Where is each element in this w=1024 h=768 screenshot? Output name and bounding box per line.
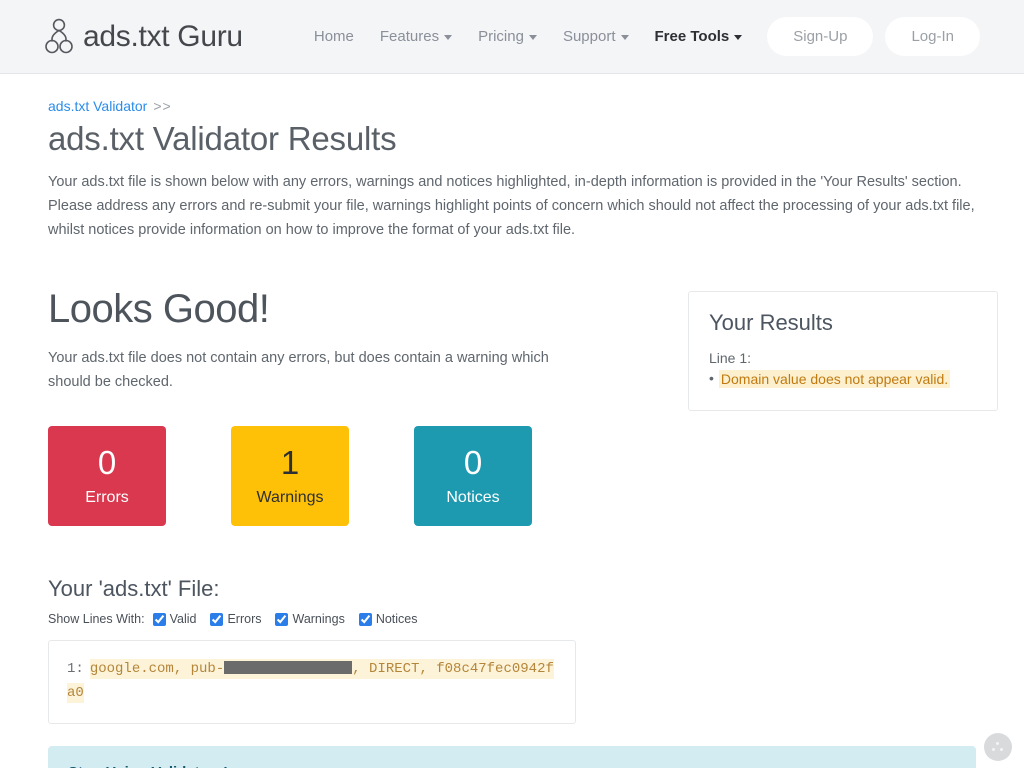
- stat-box-notices[interactable]: 0 Notices: [414, 426, 532, 526]
- nav-item-support[interactable]: Support: [550, 20, 642, 53]
- nav-item-free-tools[interactable]: Free Tools: [642, 20, 756, 53]
- filter-errors[interactable]: Errors: [210, 612, 261, 626]
- page-content: ads.txt Validator >> ads.txt Validator R…: [0, 74, 1024, 526]
- filter-warnings[interactable]: Warnings: [275, 612, 345, 626]
- stat-box-warnings[interactable]: 1 Warnings: [231, 426, 349, 526]
- result-line-label: Line 1:: [709, 350, 752, 366]
- results-section: Looks Good! Your ads.txt file does not c…: [48, 287, 998, 526]
- sign-up-button[interactable]: Sign-Up: [767, 17, 874, 56]
- filter-warnings-checkbox[interactable]: [275, 612, 289, 626]
- code-segment-warning: google.com, pub-, DIRECT, f08c47fec0942f…: [67, 659, 554, 703]
- ads-txt-file-section: Your 'ads.txt' File: Show Lines With: Va…: [0, 576, 1024, 724]
- nav-label: Free Tools: [654, 28, 730, 45]
- verdict-headline: Looks Good!: [48, 287, 270, 331]
- your-results-title: Your Results: [709, 310, 833, 335]
- log-in-button[interactable]: Log-In: [885, 17, 980, 56]
- brand-logo-link[interactable]: ads.txt Guru: [44, 18, 243, 56]
- stat-count-notices: 0: [463, 443, 483, 481]
- accessibility-widget-button[interactable]: [984, 733, 1012, 761]
- filter-valid-checkbox[interactable]: [152, 612, 166, 626]
- breadcrumb: ads.txt Validator >>: [48, 98, 976, 114]
- filter-errors-label: Errors: [227, 612, 262, 626]
- verdict-subtext: Your ads.txt file does not contain any e…: [48, 350, 549, 390]
- code-line-1: 1: google.com, pub-, DIRECT, f08c47fec094…: [67, 657, 557, 705]
- nav-label: Features: [379, 28, 440, 45]
- filter-warnings-label: Warnings: [292, 612, 345, 626]
- promo-alert-heading: Stop Using Validators!: [68, 764, 956, 768]
- code-text-part-1: google.com, pub-: [89, 661, 225, 677]
- ads-txt-file-box: 1: google.com, pub-, DIRECT, f08c47fec094…: [48, 640, 576, 724]
- code-line-number: 1:: [67, 661, 84, 677]
- filter-valid-label: Valid: [169, 612, 197, 626]
- result-issue-text: Domain value does not appear valid.: [718, 370, 951, 388]
- result-issue-row: • Domain value does not appear valid.: [709, 370, 977, 388]
- filter-valid[interactable]: Valid: [152, 612, 197, 626]
- nav-label: Home: [313, 28, 354, 45]
- filter-notices-checkbox[interactable]: [358, 612, 372, 626]
- stat-box-errors[interactable]: 0 Errors: [48, 426, 166, 526]
- page-intro-text: Your ads.txt file is shown below with an…: [48, 174, 975, 238]
- file-section-title: Your 'ads.txt' File:: [48, 576, 220, 601]
- show-lines-filters: Show Lines With: Valid Errors Warnings N…: [48, 612, 976, 626]
- results-summary-column: Looks Good! Your ads.txt file does not c…: [48, 287, 648, 526]
- nav-item-pricing[interactable]: Pricing: [465, 20, 550, 53]
- filter-notices[interactable]: Notices: [358, 612, 418, 626]
- your-results-card: Your Results Line 1: • Domain value does…: [688, 291, 998, 411]
- filters-label: Show Lines With:: [48, 612, 145, 626]
- main-navigation: Home Features Pricing Support Free Tools…: [301, 17, 980, 56]
- stat-label-warnings: Warnings: [256, 488, 324, 506]
- nav-label: Support: [562, 28, 616, 45]
- stat-label-notices: Notices: [446, 488, 500, 506]
- bullet-icon: •: [709, 370, 714, 386]
- chevron-down-icon: [734, 35, 743, 40]
- filter-errors-checkbox[interactable]: [210, 612, 224, 626]
- breadcrumb-separator: >>: [153, 98, 172, 114]
- chevron-down-icon: [444, 35, 453, 40]
- site-header: ads.txt Guru Home Features Pricing Suppo…: [0, 0, 1024, 74]
- nav-item-home[interactable]: Home: [301, 20, 367, 53]
- chevron-down-icon: [620, 35, 629, 40]
- filter-notices-label: Notices: [375, 612, 418, 626]
- promo-alert-box: Stop Using Validators!: [48, 746, 976, 768]
- nav-label: Pricing: [478, 28, 524, 45]
- redacted-publisher-id: [224, 661, 353, 674]
- guru-meditating-figure-icon: [45, 18, 73, 53]
- stat-boxes: 0 Errors 1 Warnings 0 Notices: [48, 426, 648, 526]
- breadcrumb-link-validator[interactable]: ads.txt Validator: [48, 98, 147, 114]
- stat-count-warnings: 1: [280, 443, 300, 481]
- stat-count-errors: 0: [97, 443, 117, 481]
- page-title: ads.txt Validator Results: [48, 120, 397, 157]
- nav-item-features[interactable]: Features: [367, 20, 465, 53]
- chevron-down-icon: [528, 35, 537, 40]
- brand-name: ads.txt Guru: [83, 19, 243, 53]
- stat-label-errors: Errors: [85, 488, 129, 506]
- three-dots-icon: [991, 741, 1005, 753]
